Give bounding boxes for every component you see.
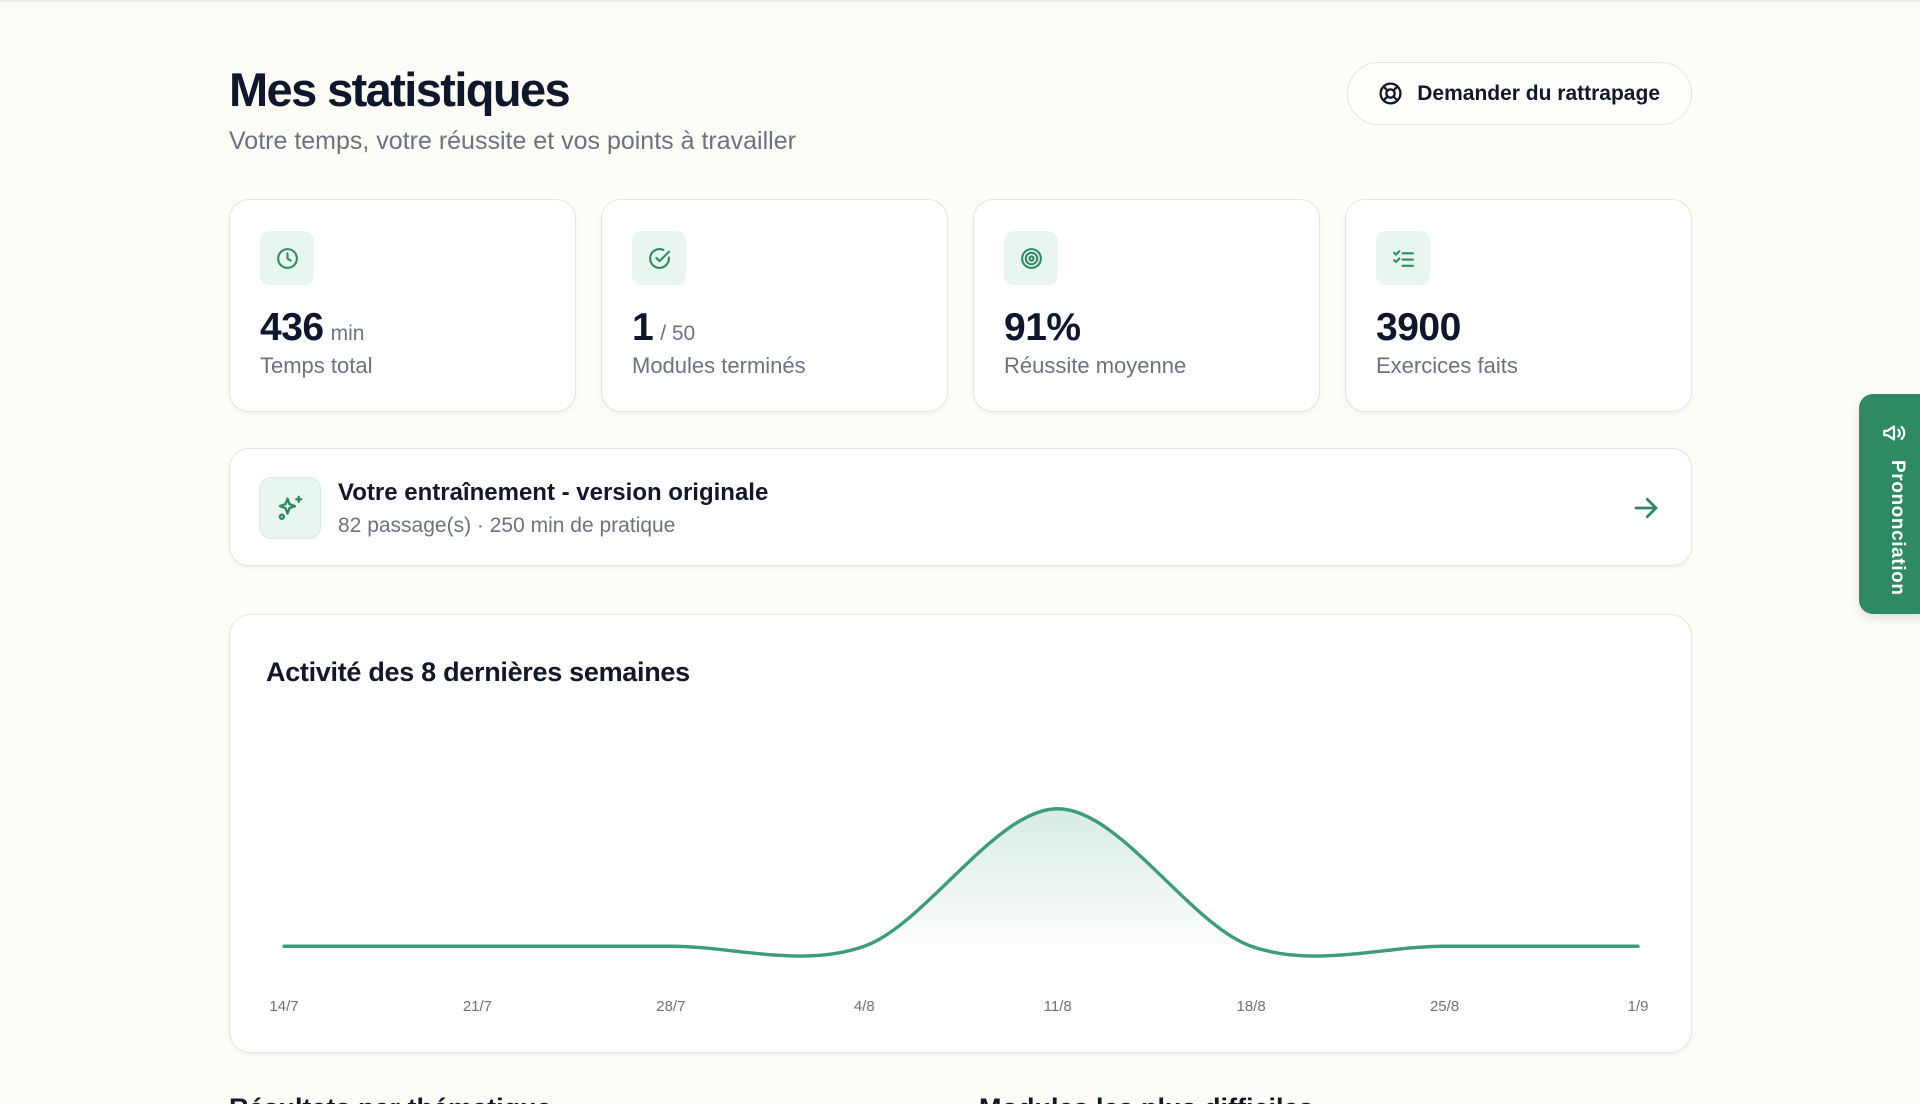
arrow-right-icon[interactable] <box>1631 493 1661 523</box>
request-rescue-label: Demander du rattrapage <box>1417 81 1660 105</box>
stat-card-success: 91% Réussite moyenne <box>973 199 1320 412</box>
x-tick-label: 14/7 <box>269 998 298 1015</box>
stats-row: 436 min Temps total 1 / 50 Modules termi… <box>229 199 1692 412</box>
pronunciation-tab[interactable]: Prononciation <box>1859 394 1920 614</box>
x-tick-label: 18/8 <box>1237 998 1266 1015</box>
stat-value-wrap: 1 / 50 <box>632 306 695 350</box>
activity-chart-card: Activité des 8 dernières semaines 14/7 21… <box>229 614 1692 1053</box>
megaphone-icon <box>1883 425 1906 441</box>
x-axis-ticks: 14/7 21/7 28/7 4/8 11/8 18/8 25/8 1/9 <box>269 998 1648 1015</box>
activity-chart: 14/7 21/7 28/7 4/8 11/8 18/8 25/8 1/9 <box>269 807 1648 1015</box>
x-tick-label: 1/9 <box>1628 998 1649 1015</box>
clock-icon <box>260 231 314 285</box>
stat-value-wrap: 91% <box>1004 306 1088 350</box>
request-rescue-button[interactable]: Demander du rattrapage <box>1347 62 1692 125</box>
stat-label: Temps total <box>260 353 373 378</box>
x-tick-label: 25/8 <box>1430 998 1459 1015</box>
stat-label: Modules terminés <box>632 353 806 378</box>
stat-value-wrap: 436 min <box>260 306 364 350</box>
x-tick-label: 21/7 <box>463 998 492 1015</box>
list-checks-icon <box>1376 231 1430 285</box>
stat-card-exercises: 3900 Exercices faits <box>1345 199 1692 412</box>
stat-value: 91% <box>1004 306 1081 349</box>
training-title: Votre entraînement - version originale <box>338 479 769 506</box>
stat-value: 436 <box>260 306 324 349</box>
stat-unit: / 50 <box>660 322 696 345</box>
x-tick-label: 4/8 <box>854 998 875 1015</box>
training-subtitle: 82 passage(s) · 250 min de pratique <box>338 514 676 537</box>
section-heading-themes: Résultats par thématique <box>229 1093 552 1104</box>
x-tick-label: 28/7 <box>656 998 685 1015</box>
stat-card-modules: 1 / 50 Modules terminés <box>601 199 948 412</box>
stat-label: Exercices faits <box>1376 353 1518 378</box>
page-title: Mes statistiques <box>229 63 571 116</box>
sparkles-icon <box>259 477 321 539</box>
section-heading-difficult-modules: Modules les plus difficiles <box>979 1093 1314 1104</box>
stat-value: 1 <box>632 306 654 349</box>
check-circle-icon <box>632 231 686 285</box>
stat-label: Réussite moyenne <box>1004 353 1187 378</box>
series-area <box>284 808 1638 957</box>
pronunciation-tab-label: Prononciation <box>1887 460 1908 596</box>
page-subtitle: Votre temps, votre réussite et vos point… <box>229 127 796 155</box>
stat-card-total-time: 436 min Temps total <box>229 199 576 412</box>
stat-value: 3900 <box>1376 306 1461 349</box>
stat-unit: min <box>330 322 365 345</box>
x-tick-label: 11/8 <box>1044 998 1072 1015</box>
training-card[interactable]: Votre entraînement - version originale 8… <box>229 448 1692 566</box>
target-icon <box>1004 231 1058 285</box>
top-divider <box>0 0 1920 2</box>
stat-value-wrap: 3900 <box>1376 306 1468 350</box>
lifebuoy-icon <box>1379 82 1402 105</box>
